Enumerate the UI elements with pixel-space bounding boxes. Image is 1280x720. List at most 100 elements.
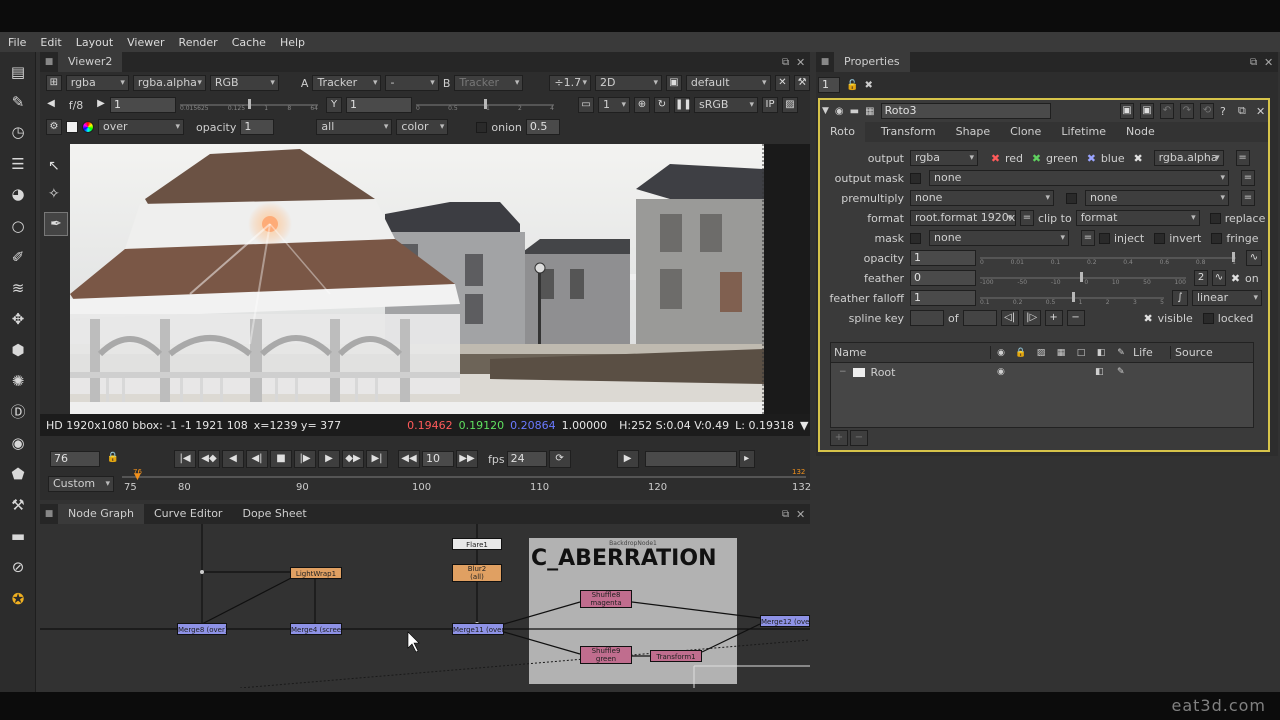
bezier-tool-icon[interactable]: ✒	[44, 212, 68, 236]
menu-file[interactable]: File	[8, 36, 26, 49]
loop-icon[interactable]: ⟳	[548, 450, 571, 468]
step-back-button[interactable]: ◀◀	[398, 450, 420, 468]
ip-icon[interactable]: IP	[762, 97, 778, 113]
col-life[interactable]: Life	[1131, 346, 1171, 359]
float-icon[interactable]: ⧉	[1238, 104, 1250, 118]
spline-key-field[interactable]	[910, 310, 944, 326]
gamma-field[interactable]: 1	[346, 97, 412, 113]
tab-node[interactable]: Node	[1116, 122, 1165, 142]
col-color-icon[interactable]: ▨	[1031, 348, 1051, 358]
select-tool-icon[interactable]: ↖	[48, 158, 60, 174]
tab-viewer2[interactable]: Viewer2	[58, 52, 123, 72]
fstop-label[interactable]: f/8	[60, 99, 92, 112]
feather-slider[interactable]: -100 -50 -10 0 10 50 100	[980, 271, 1186, 286]
lock-icon[interactable]: 🔓	[846, 80, 858, 91]
next-key-icon[interactable]: |▷	[1022, 310, 1041, 326]
refresh-icon[interactable]: ↻	[654, 97, 670, 113]
roi-icon[interactable]: ▭	[578, 97, 594, 113]
particles-icon[interactable]: ✺	[8, 371, 28, 391]
node-settings-icon[interactable]: ▦	[865, 106, 874, 117]
close-icon[interactable]: ✕	[1264, 56, 1278, 69]
add-layer-button[interactable]: +	[830, 430, 848, 446]
tab-transform[interactable]: Transform	[871, 122, 946, 142]
timeline[interactable]: Custom 75 80 90 100 110 120 132 ▼ 76 132	[40, 468, 811, 500]
keyer-icon[interactable]: ✐	[8, 247, 28, 267]
link-icon[interactable]: =	[1241, 190, 1255, 206]
fringe-checkbox[interactable]	[1211, 232, 1223, 244]
info-dropdown-icon[interactable]: ▼	[800, 419, 808, 432]
clear-panels-icon[interactable]: ✖	[864, 80, 872, 91]
locked-checkbox[interactable]	[1202, 312, 1214, 324]
close-icon[interactable]: ✕	[796, 508, 810, 521]
viewer-lock-icon[interactable]: ⊞	[46, 75, 62, 91]
col-lock-icon[interactable]: 🔒	[1011, 348, 1031, 358]
output-mask-checkbox[interactable]	[910, 172, 921, 184]
node-merge-screen[interactable]: Merge4 (screen)	[290, 623, 342, 635]
menu-layout[interactable]: Layout	[76, 36, 113, 49]
tab-properties[interactable]: Properties	[834, 52, 910, 72]
link-icon[interactable]: =	[1241, 170, 1255, 186]
view-mode-dropdown[interactable]: 2D	[595, 75, 663, 91]
a-op-dropdown[interactable]: -	[385, 75, 439, 91]
premultiply-dropdown[interactable]: none	[910, 190, 1054, 206]
proxy-dropdown[interactable]: 1	[598, 97, 630, 113]
3d-icon[interactable]: ⬢	[8, 340, 28, 360]
overlay-opacity-field[interactable]: 1	[240, 119, 275, 135]
next-frame-button[interactable]: ▶	[318, 450, 340, 468]
gain-field[interactable]: 1	[110, 97, 176, 113]
premultiply-checkbox[interactable]	[1066, 192, 1077, 204]
onion-field[interactable]: 0.5	[525, 119, 560, 135]
gamma-label[interactable]: Y	[326, 97, 342, 113]
node-transform[interactable]: Transform1	[650, 650, 702, 662]
tab-lifetime[interactable]: Lifetime	[1051, 122, 1116, 142]
merge-icon[interactable]: ≋	[8, 278, 28, 298]
output-dropdown[interactable]: rgba	[910, 150, 978, 166]
node-flare[interactable]: Flare1	[452, 538, 502, 550]
pause-icon[interactable]: ❚❚	[674, 97, 692, 113]
redo-icon[interactable]: ↷	[1180, 103, 1194, 119]
format-link-icon[interactable]: =	[1020, 210, 1034, 226]
link-icon[interactable]: =	[1235, 150, 1250, 166]
last-frame-button[interactable]: ▶|	[366, 450, 388, 468]
replace-checkbox[interactable]	[1209, 212, 1221, 224]
node-blur[interactable]: Blur2 (all)	[452, 564, 502, 582]
visible-checkbox[interactable]: ✖	[1143, 313, 1154, 324]
prev-key-icon[interactable]: ◁|	[1000, 310, 1019, 326]
node-merge11[interactable]: Merge11 (over)	[452, 623, 504, 635]
feather-on-checkbox[interactable]: ✖	[1230, 273, 1241, 284]
points-tool-icon[interactable]: ✧	[48, 186, 60, 202]
node-color-icon[interactable]: ▬	[850, 106, 859, 117]
root-mb-icon[interactable]: ✎	[1117, 367, 1125, 377]
first-frame-button[interactable]: |◀	[174, 450, 196, 468]
furnace-icon[interactable]: ⊘	[8, 557, 28, 577]
help-icon[interactable]: ?	[1220, 105, 1232, 118]
invert-checkbox[interactable]	[1154, 232, 1166, 244]
max-panels-field[interactable]: 1	[818, 77, 840, 93]
step-field[interactable]: 10	[422, 451, 454, 467]
deep-icon[interactable]: Ⓓ	[8, 402, 28, 422]
color-wheel-icon[interactable]	[82, 121, 94, 133]
input-process-icon[interactable]: ⚒	[794, 75, 811, 91]
opacity-curve-icon[interactable]: ∿	[1246, 250, 1262, 266]
red-checkbox[interactable]: ✖	[990, 153, 1001, 164]
tree-expand-icon[interactable]: −	[839, 367, 847, 377]
layer-dropdown[interactable]: all	[316, 119, 393, 135]
falloff-curve-icon[interactable]: ∫	[1172, 290, 1188, 306]
feather-falloff-field[interactable]: 1	[910, 290, 976, 306]
gain-slider[interactable]: 0.015625 0.125 1 8 64	[180, 98, 318, 112]
root-blend-icon[interactable]: ◧	[1095, 367, 1104, 377]
node-shuffle8[interactable]: Shuffle8 magenta	[580, 590, 632, 608]
col-source[interactable]: Source	[1171, 346, 1213, 359]
image-icon[interactable]: ▤	[8, 62, 28, 82]
feather-field[interactable]: 0	[910, 270, 976, 286]
alpha-channel-dropdown[interactable]: rgba.alpha	[1153, 150, 1224, 166]
panel-menu-icon[interactable]: ■	[816, 52, 834, 72]
tab-roto[interactable]: Roto	[820, 122, 865, 142]
step-forward-button[interactable]: ▶▶	[456, 450, 478, 468]
opacity-slider[interactable]: 0 0.01 0.1 0.2 0.4 0.6 0.8 1	[980, 251, 1236, 266]
range-mode-dropdown[interactable]: Custom	[48, 476, 114, 492]
mask-link-icon[interactable]: =	[1081, 230, 1095, 246]
color-icon[interactable]: ◕	[8, 184, 28, 204]
menu-edit[interactable]: Edit	[40, 36, 61, 49]
mask-dropdown[interactable]: none	[929, 230, 1069, 246]
